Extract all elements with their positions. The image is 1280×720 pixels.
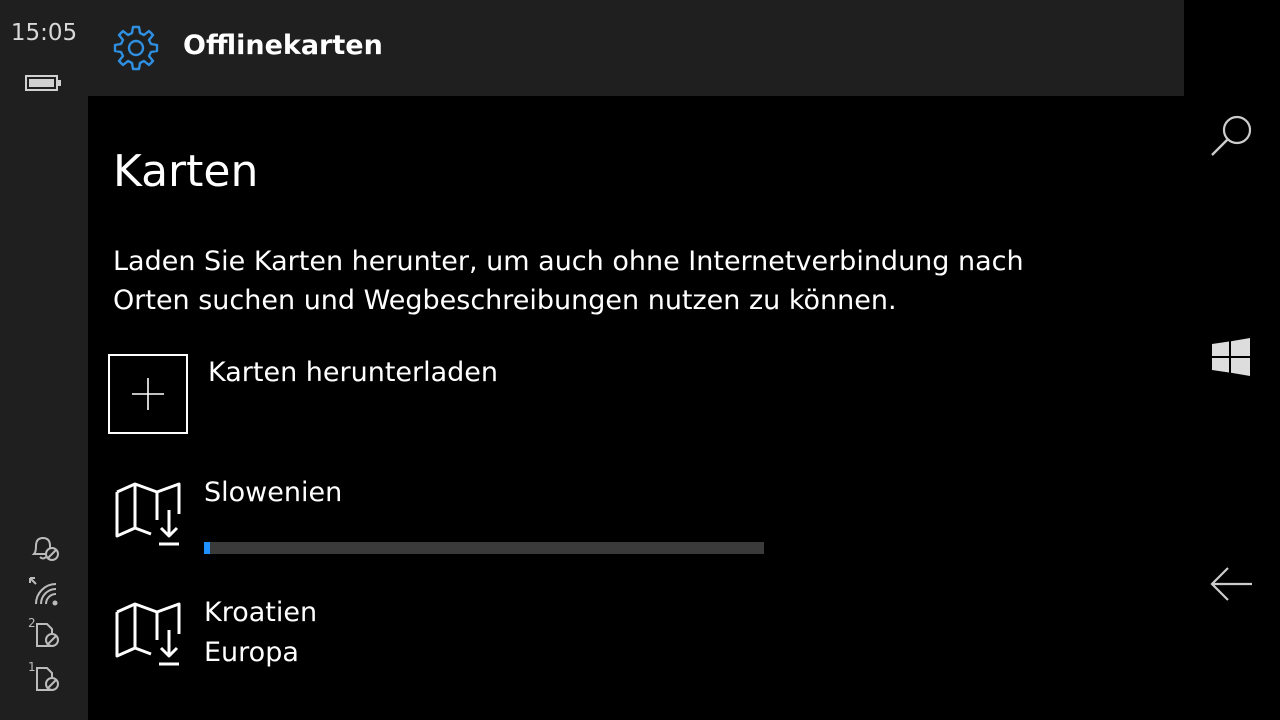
download-maps-button[interactable] bbox=[108, 354, 188, 434]
wifi-icon bbox=[29, 577, 58, 606]
plus-icon bbox=[132, 378, 164, 410]
download-progress-fill bbox=[204, 542, 210, 554]
map-download-icon bbox=[115, 482, 181, 546]
search-icon[interactable] bbox=[1204, 108, 1260, 164]
sim1-no-signal-icon: 1 bbox=[28, 660, 62, 694]
description-line-1: Laden Sie Karten herunter, um auch ohne … bbox=[113, 246, 1024, 277]
description: Laden Sie Karten herunter, um auch ohne … bbox=[113, 242, 1053, 320]
app-header: Offlinekarten bbox=[88, 0, 1184, 96]
description-line-2: Orten suchen und Wegbeschreibungen nutze… bbox=[113, 285, 897, 316]
back-arrow-icon[interactable] bbox=[1204, 556, 1260, 612]
gear-icon bbox=[113, 25, 159, 71]
download-progress-bar bbox=[204, 542, 764, 554]
map-item-kroatien[interactable]: Kroatien bbox=[204, 597, 317, 628]
quiet-hours-icon bbox=[31, 536, 59, 561]
map-item-slowenien[interactable]: Slowenien bbox=[204, 477, 342, 508]
map-download-icon bbox=[115, 602, 181, 666]
windows-icon[interactable] bbox=[1204, 330, 1260, 386]
map-item-region: Europa bbox=[204, 637, 299, 668]
page-title: Karten bbox=[113, 146, 259, 197]
sim2-no-signal-icon: 2 bbox=[28, 616, 62, 650]
clock: 15:05 bbox=[10, 20, 78, 46]
header-title: Offlinekarten bbox=[183, 30, 383, 61]
battery-icon bbox=[25, 75, 61, 91]
status-bar: 15:05 2 1 bbox=[0, 0, 88, 720]
download-maps-label[interactable]: Karten herunterladen bbox=[208, 357, 498, 388]
